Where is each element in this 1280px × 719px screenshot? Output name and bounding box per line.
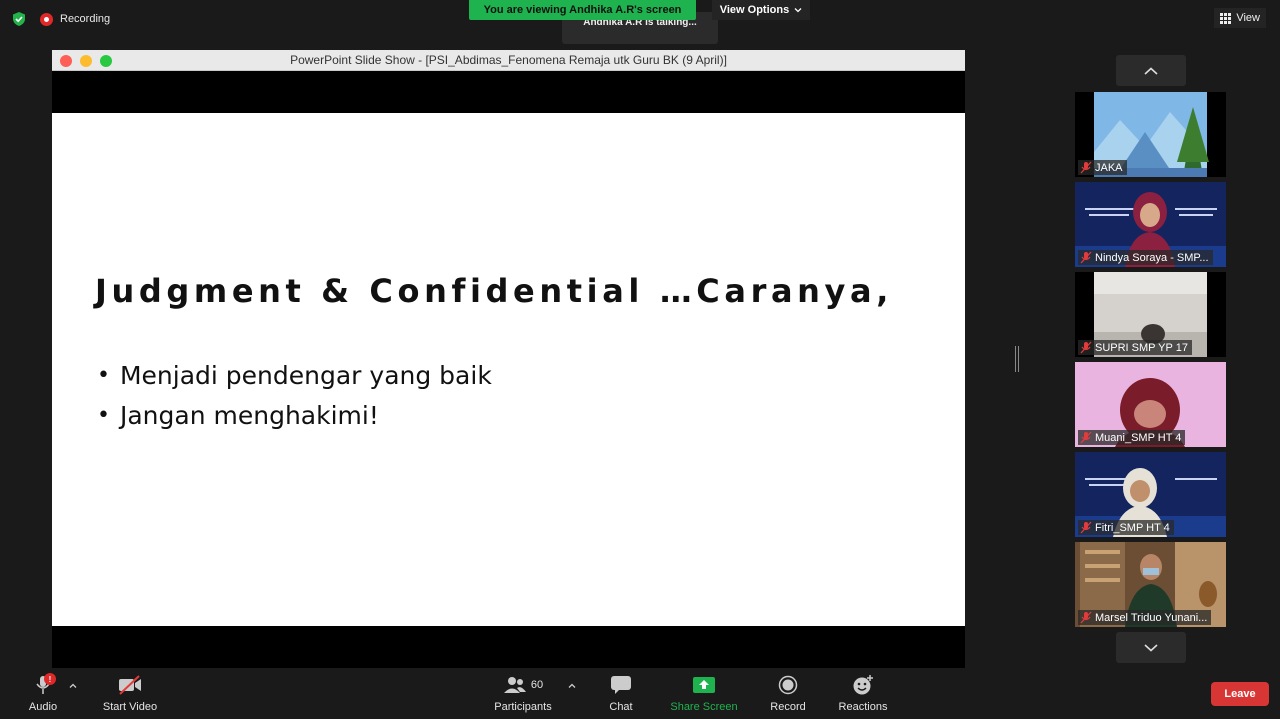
recording-indicator[interactable]: Recording [40,11,110,27]
participant-name-tag: Marsel Triduo Yunani... [1078,610,1212,625]
view-options-button[interactable]: View Options [712,0,810,20]
participant-tile[interactable]: Fitri_SMP HT 4 [1075,452,1226,537]
share-screen-button[interactable]: Share Screen [670,673,738,717]
record-label: Record [770,701,806,713]
leave-meeting-button[interactable]: Leave [1211,682,1269,706]
audio-options-caret-icon[interactable] [68,681,78,691]
participants-label: Participants [494,701,552,713]
participant-name: SUPRI SMP YP 17 [1095,341,1188,354]
share-screen-icon [693,677,715,693]
presentation-slide: Judgment & Confidential …Caranya, Menjad… [52,113,965,626]
recording-dot-icon [40,12,53,26]
audio-label: Audio [28,701,58,713]
gallery-scroll-up-button[interactable] [1116,55,1186,86]
audio-warning-badge: ! [44,673,56,685]
window-title: PowerPoint Slide Show - [PSI_Abdimas_Fen… [290,53,727,67]
participants-options-caret-icon[interactable] [567,681,577,691]
audio-icon-wrap: ! [29,673,57,697]
participant-name: Muani_SMP HT 4 [1095,431,1182,444]
microphone-muted-icon [1080,161,1092,174]
slide-title: Judgment & Confidential …Caranya, [95,272,893,310]
participant-name: Fitri_SMP HT 4 [1095,521,1170,534]
participant-name-tag: Nindya Soraya - SMP... [1078,250,1213,265]
share-screen-icon-wrap [690,673,718,697]
smiley-reaction-icon [853,675,873,695]
participant-tile[interactable]: JAKA [1075,92,1226,177]
chevron-down-icon [794,8,802,13]
participant-name: Nindya Soraya - SMP... [1095,251,1209,264]
share-screen-label: Share Screen [670,701,738,713]
panel-resize-handle[interactable] [1015,346,1019,372]
chevron-down-icon [1144,643,1158,652]
record-button[interactable]: Record [767,673,809,717]
chat-icon-wrap [607,673,635,697]
slide-bullet: Jangan menghakimi! [97,396,492,436]
video-icon-wrap [116,673,144,697]
view-options-label: View Options [719,4,790,16]
microphone-muted-icon [1080,521,1092,534]
chevron-up-icon [1144,66,1158,75]
participants-count: 60 [530,679,544,691]
chat-button[interactable]: Chat [606,673,636,717]
reactions-icon-wrap [849,673,877,697]
participant-tile[interactable]: Marsel Triduo Yunani... [1075,542,1226,627]
microphone-muted-icon [1080,341,1092,354]
record-icon [778,675,798,695]
recording-label: Recording [60,13,111,25]
view-label: View [1236,12,1260,24]
chat-label: Chat [609,701,633,713]
microphone-muted-icon [1080,251,1092,264]
participant-name-tag: Muani_SMP HT 4 [1078,430,1186,445]
microphone-muted-icon [1080,431,1092,444]
reactions-label: Reactions [838,701,888,713]
grid-view-icon [1220,12,1232,24]
participants-icon [503,677,526,693]
slide-bullets: Menjadi pendengar yang baik Jangan mengh… [97,356,492,436]
view-button[interactable]: View [1214,8,1266,28]
participant-name-tag: SUPRI SMP YP 17 [1078,340,1192,355]
gallery-scroll-down-button[interactable] [1116,632,1186,663]
participant-tile[interactable]: Nindya Soraya - SMP... [1075,182,1226,267]
participant-tile[interactable]: Muani_SMP HT 4 [1075,362,1226,447]
record-icon-wrap [774,673,802,697]
meeting-toolbar: ! Audio Start Video 60 Participants Chat… [0,669,1280,719]
shared-screen: PowerPoint Slide Show - [PSI_Abdimas_Fen… [52,50,965,668]
start-video-label: Start Video [102,701,158,713]
start-video-button[interactable]: Start Video [99,673,161,717]
slide-bullet: Menjadi pendengar yang baik [97,356,492,396]
chat-bubble-icon [611,676,631,694]
reactions-button[interactable]: Reactions [836,673,890,717]
security-shield-icon[interactable] [11,11,27,27]
participant-name-tag: JAKA [1078,160,1127,175]
participant-name: Marsel Triduo Yunani... [1095,611,1208,624]
participants-icon-wrap: 60 [493,673,553,697]
viewing-banner: You are viewing Andhika A.R's screen [469,0,696,20]
audio-button[interactable]: ! Audio [26,673,60,717]
participant-name: JAKA [1095,161,1123,174]
participant-name-tag: Fitri_SMP HT 4 [1078,520,1174,535]
video-camera-off-icon [119,675,141,695]
participants-button[interactable]: 60 Participants [491,673,555,717]
window-titlebar: PowerPoint Slide Show - [PSI_Abdimas_Fen… [52,50,965,71]
microphone-muted-icon [1080,611,1092,624]
participant-tile[interactable]: SUPRI SMP YP 17 [1075,272,1226,357]
